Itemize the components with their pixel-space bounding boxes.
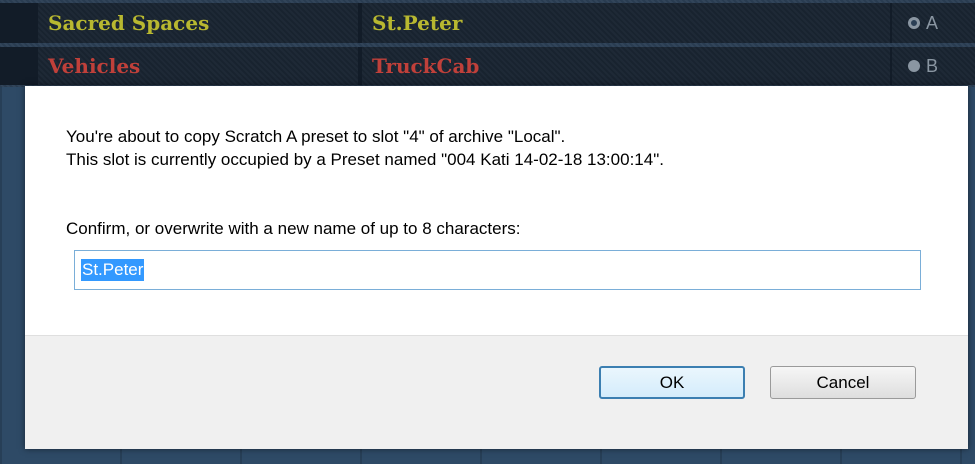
category-cell[interactable]: Vehicles: [38, 47, 358, 85]
preset-row-b[interactable]: Vehicles TruckCab B: [0, 47, 975, 85]
dialog-prompt: Confirm, or overwrite with a new name of…: [66, 219, 521, 238]
slot-b-radio[interactable]: B: [892, 47, 975, 85]
preset-label: St.Peter: [372, 11, 463, 35]
preset-label: TruckCab: [372, 54, 480, 78]
slot-label: A: [926, 12, 939, 33]
preset-cell[interactable]: St.Peter: [362, 3, 890, 43]
preset-cell[interactable]: TruckCab: [362, 47, 890, 85]
dialog-footer: OK Cancel: [25, 335, 968, 449]
dialog-message-line2: This slot is currently occupied by a Pre…: [66, 150, 664, 169]
category-cell[interactable]: Sacred Spaces: [38, 3, 358, 43]
slot-label: B: [926, 55, 939, 76]
cancel-button[interactable]: Cancel: [770, 366, 916, 399]
category-label: Sacred Spaces: [48, 11, 210, 35]
radio-selected-icon: [908, 17, 920, 29]
radio-unselected-icon: [908, 60, 920, 72]
preset-name-input[interactable]: St.Peter: [74, 250, 921, 290]
copy-preset-dialog: You're about to copy Scratch A preset to…: [25, 86, 968, 449]
slot-a-radio[interactable]: A: [892, 3, 975, 43]
ok-button[interactable]: OK: [599, 366, 745, 399]
preset-row-a[interactable]: Sacred Spaces St.Peter A: [0, 3, 975, 43]
category-label: Vehicles: [48, 54, 141, 78]
dialog-message-line1: You're about to copy Scratch A preset to…: [66, 127, 566, 146]
dialog-body: You're about to copy Scratch A preset to…: [25, 86, 968, 335]
preset-name-value: St.Peter: [81, 259, 145, 281]
